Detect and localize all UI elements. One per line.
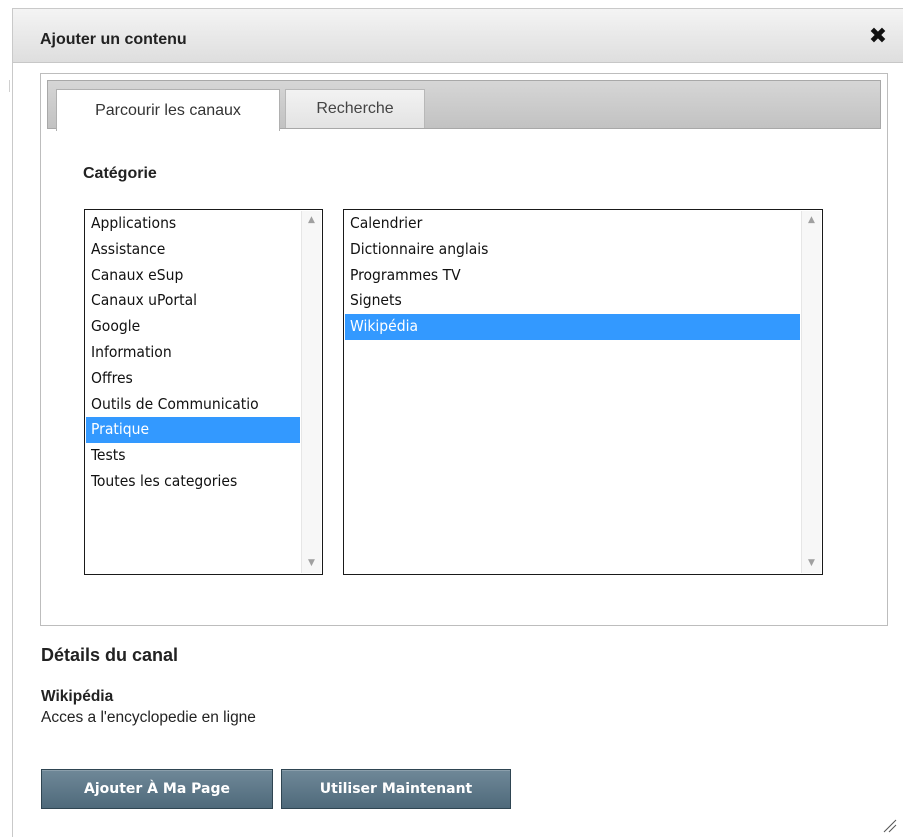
page-edge-divider — [9, 80, 10, 92]
category-scrollbar[interactable]: ▲ ▼ — [301, 211, 321, 573]
add-to-my-page-button[interactable]: Ajouter À Ma Page — [41, 769, 273, 809]
channel-list-item[interactable]: Dictionnaire anglais — [345, 237, 800, 263]
category-label: Catégorie — [83, 165, 157, 182]
channel-scrollbar[interactable]: ▲ ▼ — [801, 211, 821, 573]
category-listbox[interactable]: Applications Assistance Canaux eSup Canaux … — [84, 209, 323, 575]
scroll-down-icon[interactable]: ▼ — [302, 555, 321, 572]
dialog-title: Ajouter un contenu — [40, 31, 187, 48]
category-list-item[interactable]: Assistance — [86, 237, 300, 263]
channel-list-item[interactable]: Signets — [345, 288, 800, 314]
category-list-item[interactable]: Toutes les categories — [86, 469, 300, 495]
browse-panel: Parcourir les canaux Recherche Catégorie… — [40, 73, 888, 626]
channel-list-item[interactable]: Wikipédia — [345, 314, 800, 340]
dialog-titlebar[interactable]: Ajouter un contenu ✖ — [13, 9, 903, 63]
close-icon[interactable]: ✖ — [865, 24, 891, 50]
resize-grip-icon[interactable] — [881, 817, 897, 833]
category-list-item[interactable]: Pratique — [86, 417, 300, 444]
channel-details-description: Acces a l'encyclopedie en ligne — [41, 709, 256, 726]
channel-list: Calendrier Dictionnaire anglais Programmes… — [345, 211, 800, 340]
tab-browse-channels[interactable]: Parcourir les canaux — [56, 89, 280, 131]
channel-details-name: Wikipédia — [41, 688, 114, 705]
channel-details-heading: Détails du canal — [41, 645, 179, 665]
category-list-item[interactable]: Canaux uPortal — [86, 288, 300, 314]
tab-search[interactable]: Recherche — [285, 89, 425, 128]
channel-listbox[interactable]: Calendrier Dictionnaire anglais Programmes… — [343, 209, 823, 575]
category-list-item[interactable]: Tests — [86, 443, 300, 469]
scroll-up-icon[interactable]: ▲ — [302, 212, 321, 229]
category-list: Applications Assistance Canaux eSup Canaux … — [86, 211, 300, 495]
add-content-dialog: Ajouter un contenu ✖ Parcourir les canau… — [12, 8, 903, 837]
scroll-down-icon[interactable]: ▼ — [802, 555, 821, 572]
category-list-item[interactable]: Google — [86, 314, 300, 340]
category-list-item[interactable]: Offres — [86, 366, 300, 392]
category-list-item[interactable]: Information — [86, 340, 300, 366]
use-now-button[interactable]: Utiliser Maintenant — [281, 769, 511, 809]
scroll-up-icon[interactable]: ▲ — [802, 212, 821, 229]
category-list-item[interactable]: Canaux eSup — [86, 263, 300, 289]
channel-list-item[interactable]: Programmes TV — [345, 263, 800, 289]
category-list-item[interactable]: Outils de Communicatio — [86, 392, 300, 418]
category-list-item[interactable]: Applications — [86, 211, 300, 237]
tab-bar: Parcourir les canaux Recherche — [47, 80, 881, 131]
channel-list-item[interactable]: Calendrier — [345, 211, 800, 237]
